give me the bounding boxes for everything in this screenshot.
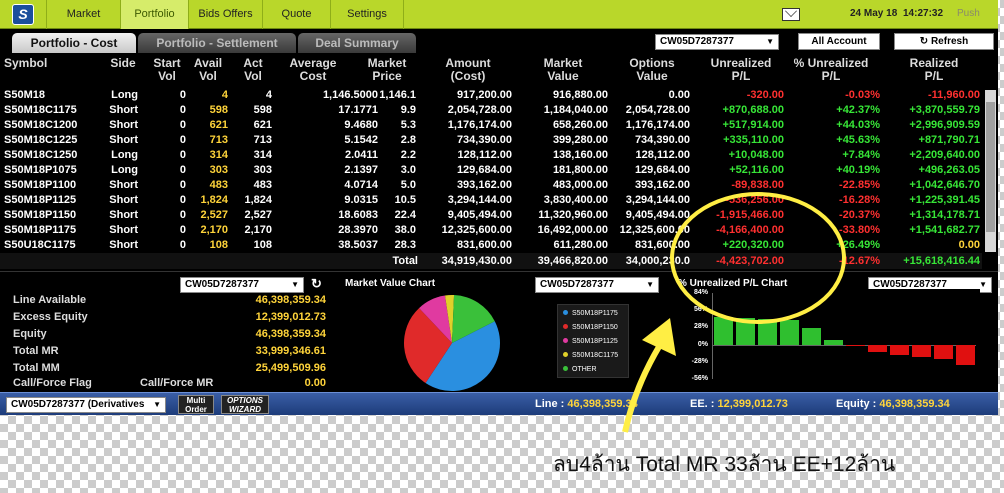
highlight-ellipse bbox=[670, 192, 846, 324]
annotation-overlay bbox=[622, 192, 846, 433]
annotation-text: ลบ4ล้าน Total MR 33ล้าน EE+12ล้าน bbox=[553, 453, 896, 476]
arrow-shaft bbox=[622, 343, 663, 433]
